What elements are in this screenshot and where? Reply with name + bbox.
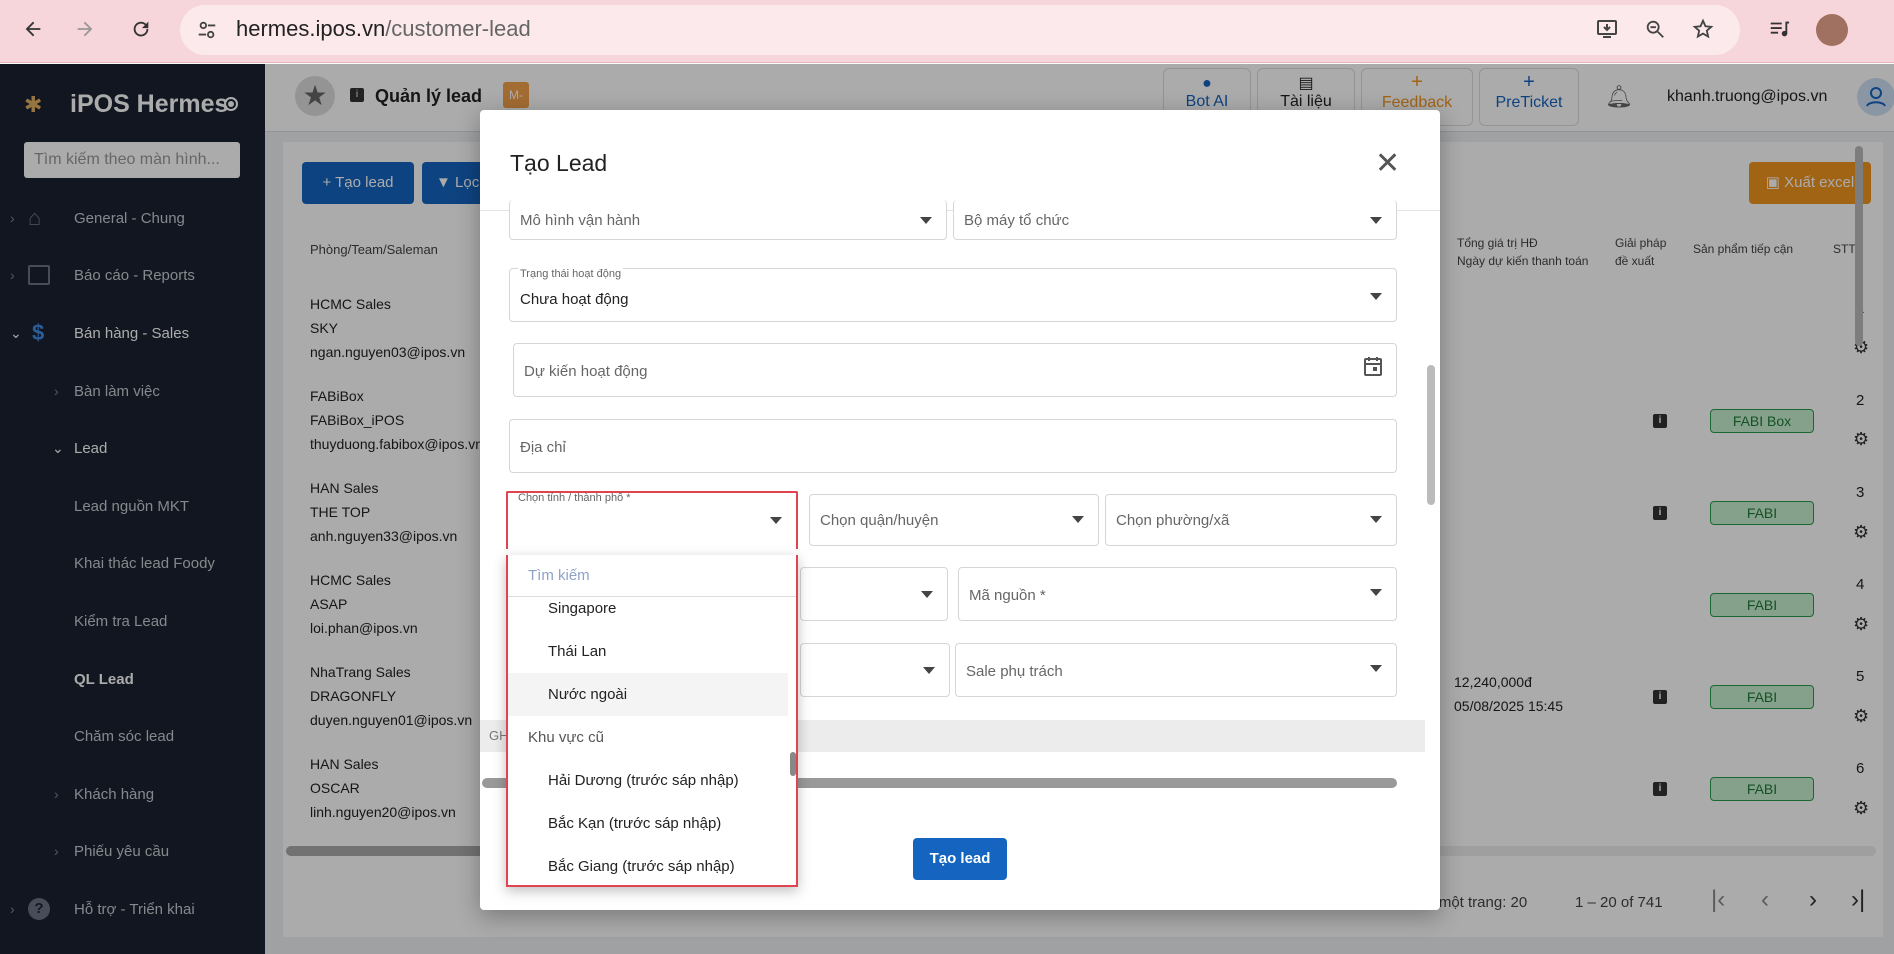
dropdown-scrollbar[interactable] xyxy=(790,752,796,776)
back-icon[interactable] xyxy=(18,14,48,44)
ward-placeholder: Chọn phường/xã xyxy=(1116,512,1230,529)
district-select[interactable]: Chọn quận/huyện xyxy=(809,494,1099,546)
status-label: Trạng thái hoạt động xyxy=(518,268,624,280)
dropdown-option-bac-kan[interactable]: Bắc Kạn (trước sáp nhập) xyxy=(508,802,788,845)
dropdown-search-placeholder: Tìm kiếm xyxy=(528,567,590,584)
sale-owner-placeholder: Sale phụ trách xyxy=(966,663,1063,680)
dropdown-option-overseas[interactable]: Nước ngoài xyxy=(508,673,788,716)
dialog-title: Tạo Lead xyxy=(510,150,608,176)
district-placeholder: Chọn quận/huyện xyxy=(820,512,939,529)
dropdown-arrow-icon xyxy=(1072,516,1084,523)
profile-avatar[interactable] xyxy=(1816,14,1848,46)
sale-owner-select[interactable]: Sale phụ trách xyxy=(955,643,1397,697)
province-dropdown-list: Tìm kiếm Singapore Thái Lan Nước ngoài K… xyxy=(506,555,798,887)
hidden-select-left-2[interactable] xyxy=(800,643,950,697)
status-value: Chưa hoạt động xyxy=(520,291,629,308)
forward-icon[interactable] xyxy=(70,14,100,44)
dropdown-arrow-icon xyxy=(1370,665,1382,672)
url-path: /customer-lead xyxy=(385,16,531,41)
operating-model-select[interactable]: Mô hình vận hành xyxy=(509,200,947,240)
dropdown-group-old-regions: Khu vực cũ xyxy=(528,729,604,746)
org-structure-placeholder: Bộ máy tổ chức xyxy=(964,212,1070,229)
url-text: hermes.ipos.vn/customer-lead xyxy=(236,16,531,42)
source-code-select[interactable]: Mã nguồn * xyxy=(958,567,1397,621)
zoom-icon[interactable] xyxy=(1640,14,1670,44)
site-settings-icon[interactable] xyxy=(196,19,218,46)
dropdown-arrow-icon xyxy=(921,591,933,598)
address-placeholder: Địa chỉ xyxy=(520,439,566,456)
province-select[interactable]: Chọn tỉnh / thành phố * xyxy=(506,491,798,549)
dropdown-option-bac-giang[interactable]: Bắc Giang (trước sáp nhập) xyxy=(508,845,788,888)
org-structure-select[interactable]: Bộ máy tổ chức xyxy=(953,200,1397,240)
dropdown-arrow-icon xyxy=(770,517,782,524)
dropdown-arrow-icon xyxy=(920,217,932,224)
modal-vertical-scrollbar[interactable] xyxy=(1427,365,1435,505)
source-code-placeholder: Mã nguồn * xyxy=(969,587,1046,604)
bookmark-star-icon[interactable] xyxy=(1688,14,1718,44)
submit-create-lead-button[interactable]: Tạo lead xyxy=(913,838,1007,880)
install-app-icon[interactable] xyxy=(1592,14,1622,44)
dropdown-arrow-icon xyxy=(1370,293,1382,300)
dropdown-option-hai-duong[interactable]: Hải Dương (trước sáp nhập) xyxy=(508,759,788,802)
dropdown-option-singapore[interactable]: Singapore xyxy=(508,587,788,630)
browser-toolbar: hermes.ipos.vn/customer-lead xyxy=(0,0,1894,63)
address-field[interactable]: Địa chỉ xyxy=(509,419,1397,473)
reload-icon[interactable] xyxy=(126,14,156,44)
dropdown-arrow-icon xyxy=(1370,217,1382,224)
status-select[interactable]: Trạng thái hoạt động Chưa hoạt động xyxy=(509,268,1397,322)
expected-active-placeholder: Dự kiến hoạt động xyxy=(524,363,648,380)
ward-select[interactable]: Chọn phường/xã xyxy=(1105,494,1397,546)
province-label: Chọn tỉnh / thành phố * xyxy=(518,492,631,504)
url-host: hermes.ipos.vn xyxy=(236,16,386,41)
calendar-icon[interactable] xyxy=(1364,356,1382,381)
expected-active-date-field[interactable]: Dự kiến hoạt động xyxy=(513,343,1397,397)
dropdown-arrow-icon xyxy=(1370,589,1382,596)
dropdown-arrow-icon xyxy=(1370,516,1382,523)
hidden-select-left[interactable] xyxy=(800,567,948,621)
dropdown-arrow-icon xyxy=(923,667,935,674)
operating-model-placeholder: Mô hình vận hành xyxy=(520,212,641,229)
dropdown-option-thailand[interactable]: Thái Lan xyxy=(508,630,788,673)
media-control-icon[interactable] xyxy=(1764,14,1794,44)
close-icon[interactable]: ✕ xyxy=(1375,146,1400,181)
